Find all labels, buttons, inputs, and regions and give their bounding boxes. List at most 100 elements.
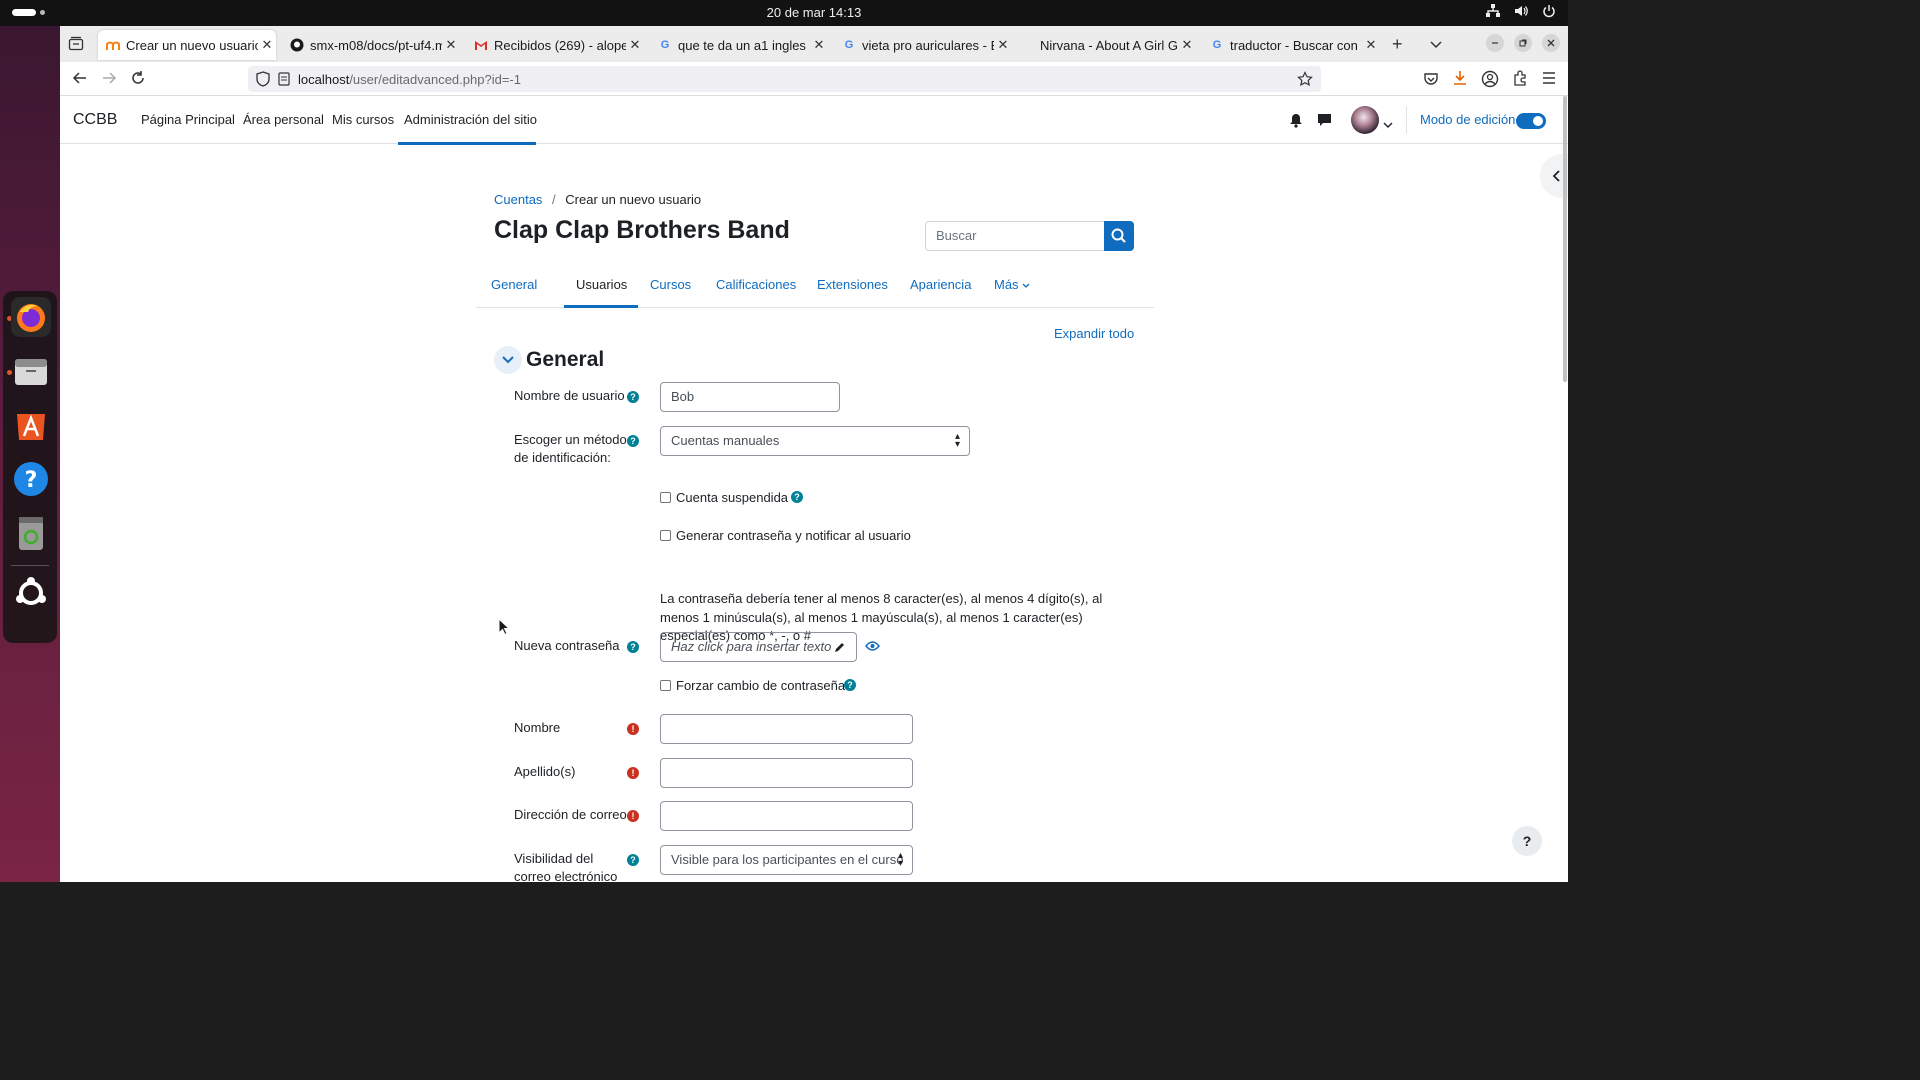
close-tab-icon[interactable]: ✕ bbox=[994, 37, 1012, 53]
admin-search-input[interactable]: Buscar bbox=[925, 221, 1105, 251]
os-clock[interactable]: 20 de mar 14:13 bbox=[0, 5, 1628, 20]
notifications-bell-icon[interactable] bbox=[1289, 113, 1303, 133]
generate-password-checkbox[interactable] bbox=[660, 530, 671, 541]
nav-dashboard[interactable]: Área personal bbox=[243, 112, 324, 127]
files-icon[interactable] bbox=[11, 351, 51, 391]
network-icon bbox=[1486, 4, 1500, 21]
tab-courses[interactable]: Cursos bbox=[650, 277, 691, 292]
pencil-icon bbox=[835, 643, 844, 652]
messages-icon[interactable] bbox=[1317, 113, 1332, 133]
dock: ? bbox=[0, 26, 60, 882]
page-info-icon[interactable] bbox=[278, 72, 290, 89]
url-bar[interactable]: localhost/user/editadvanced.php?id=-1 bbox=[248, 66, 1321, 92]
help-icon[interactable]: ? bbox=[791, 491, 803, 503]
user-avatar[interactable] bbox=[1351, 106, 1379, 134]
search-button[interactable] bbox=[1104, 221, 1134, 251]
close-tab-icon[interactable]: ✕ bbox=[1178, 37, 1196, 53]
tab-title: que te da un a1 ingles en bbox=[678, 37, 810, 53]
back-icon[interactable] bbox=[72, 70, 88, 91]
admin-tabs: General Usuarios Cursos Calificaciones E… bbox=[476, 268, 1154, 308]
help-app-icon[interactable]: ? bbox=[11, 459, 51, 499]
auth-method-value: Cuentas manuales bbox=[671, 433, 780, 448]
close-window-icon[interactable] bbox=[1542, 34, 1560, 52]
help-icon[interactable]: ? bbox=[627, 435, 639, 447]
expand-all-link[interactable]: Expandir todo bbox=[1054, 326, 1134, 341]
username-input[interactable]: Bob bbox=[660, 382, 840, 412]
reload-icon[interactable] bbox=[130, 70, 146, 91]
browser-tab[interactable]: G traductor - Buscar con Go ✕ bbox=[1202, 30, 1380, 60]
minimize-icon[interactable] bbox=[1486, 34, 1504, 52]
nav-home[interactable]: Página Principal bbox=[141, 112, 235, 127]
tab-general[interactable]: General bbox=[491, 277, 537, 292]
close-tab-icon[interactable]: ✕ bbox=[626, 37, 644, 53]
help-button[interactable]: ? bbox=[1512, 826, 1542, 856]
tracking-protection-icon[interactable] bbox=[256, 71, 270, 90]
firstname-input[interactable] bbox=[660, 714, 913, 744]
suspended-checkbox[interactable] bbox=[660, 492, 671, 503]
close-tab-icon[interactable]: ✕ bbox=[258, 37, 276, 53]
nav-site-admin[interactable]: Administración del sitio bbox=[404, 112, 537, 127]
new-password-field[interactable]: Haz click para insertar texto bbox=[660, 632, 857, 662]
close-tab-icon[interactable]: ✕ bbox=[810, 37, 828, 53]
list-tabs-icon[interactable] bbox=[1429, 36, 1443, 54]
email-input[interactable] bbox=[660, 801, 913, 831]
site-brand[interactable]: CCBB bbox=[73, 111, 117, 129]
chevron-down-icon bbox=[502, 356, 514, 364]
reveal-password-eye-icon[interactable] bbox=[865, 639, 880, 657]
edit-mode-label: Modo de edición bbox=[1420, 112, 1516, 127]
account-icon[interactable] bbox=[1481, 70, 1499, 93]
extensions-icon[interactable] bbox=[1512, 70, 1528, 91]
browser-tab[interactable]: Nirvana - About A Girl Gui ✕ bbox=[1018, 30, 1196, 60]
breadcrumb-accounts[interactable]: Cuentas bbox=[494, 192, 542, 207]
username-label: Nombre de usuario bbox=[514, 388, 625, 403]
edit-mode-toggle[interactable] bbox=[1516, 113, 1546, 129]
help-icon[interactable]: ? bbox=[627, 641, 639, 653]
show-apps-icon[interactable] bbox=[11, 573, 51, 613]
close-tab-icon[interactable]: ✕ bbox=[1362, 37, 1380, 53]
system-tray[interactable] bbox=[1486, 4, 1556, 21]
help-icon[interactable]: ? bbox=[627, 391, 639, 403]
tab-users[interactable]: Usuarios bbox=[576, 277, 627, 292]
email-visibility-label: Visibilidad del correo electrónico bbox=[514, 850, 617, 882]
firefox-icon[interactable] bbox=[11, 297, 51, 337]
lastname-input[interactable] bbox=[660, 758, 913, 788]
browser-tab[interactable]: G vieta pro auriculares - Bus ✕ bbox=[834, 30, 1012, 60]
browser-tab[interactable]: Recibidos (269) - alopezr@ ✕ bbox=[466, 30, 644, 60]
help-icon[interactable]: ? bbox=[844, 679, 856, 691]
navbar-divider bbox=[1406, 106, 1407, 134]
force-password-change-checkbox[interactable] bbox=[660, 680, 671, 691]
trash-icon[interactable] bbox=[11, 513, 51, 553]
browser-tab[interactable]: G que te da un a1 ingles en ✕ bbox=[650, 30, 828, 60]
firstname-label: Nombre bbox=[514, 720, 561, 735]
tab-more[interactable]: Más bbox=[994, 277, 1030, 292]
page-scrollbar[interactable] bbox=[1563, 96, 1567, 382]
generate-password-label: Generar contraseña y notificar al usuari… bbox=[676, 528, 911, 543]
email-visibility-select[interactable]: Visible para los participantes en el cur… bbox=[660, 845, 913, 875]
close-tab-icon[interactable]: ✕ bbox=[442, 37, 460, 53]
moodle-navbar: CCBB Página Principal Área personal Mis … bbox=[60, 96, 1568, 145]
tab-title: Nirvana - About A Girl Gui bbox=[1040, 37, 1178, 53]
help-icon[interactable]: ? bbox=[627, 854, 639, 866]
tab-title: smx-m08/docs/pt-uf4.md bbox=[310, 37, 442, 53]
tab-overview-icon[interactable] bbox=[68, 36, 84, 57]
app-center-icon[interactable] bbox=[11, 405, 51, 445]
pocket-icon[interactable] bbox=[1423, 71, 1439, 92]
tab-more-label: Más bbox=[994, 277, 1019, 292]
tab-appearance[interactable]: Apariencia bbox=[910, 277, 971, 292]
bookmark-star-icon[interactable] bbox=[1297, 71, 1313, 90]
section-collapse-toggle[interactable] bbox=[494, 346, 522, 374]
tab-plugins[interactable]: Extensiones bbox=[817, 277, 888, 292]
menu-icon[interactable] bbox=[1541, 71, 1557, 90]
nav-my-courses[interactable]: Mis cursos bbox=[332, 112, 394, 127]
new-tab-icon[interactable]: + bbox=[1392, 34, 1403, 55]
auth-method-select[interactable]: Cuentas manuales ▴ ▾ bbox=[660, 426, 970, 456]
browser-tab[interactable]: Crear un nuevo usuario | C ✕ bbox=[98, 30, 276, 60]
github-icon bbox=[290, 38, 304, 52]
user-menu-chevron-icon[interactable] bbox=[1383, 116, 1393, 134]
restore-icon[interactable] bbox=[1514, 34, 1532, 52]
navigation-toolbar: localhost/user/editadvanced.php?id=-1 bbox=[60, 62, 1568, 96]
forward-icon[interactable] bbox=[101, 70, 117, 91]
downloads-icon[interactable] bbox=[1452, 70, 1468, 91]
browser-tab[interactable]: smx-m08/docs/pt-uf4.md ✕ bbox=[282, 30, 460, 60]
tab-grades[interactable]: Calificaciones bbox=[716, 277, 796, 292]
